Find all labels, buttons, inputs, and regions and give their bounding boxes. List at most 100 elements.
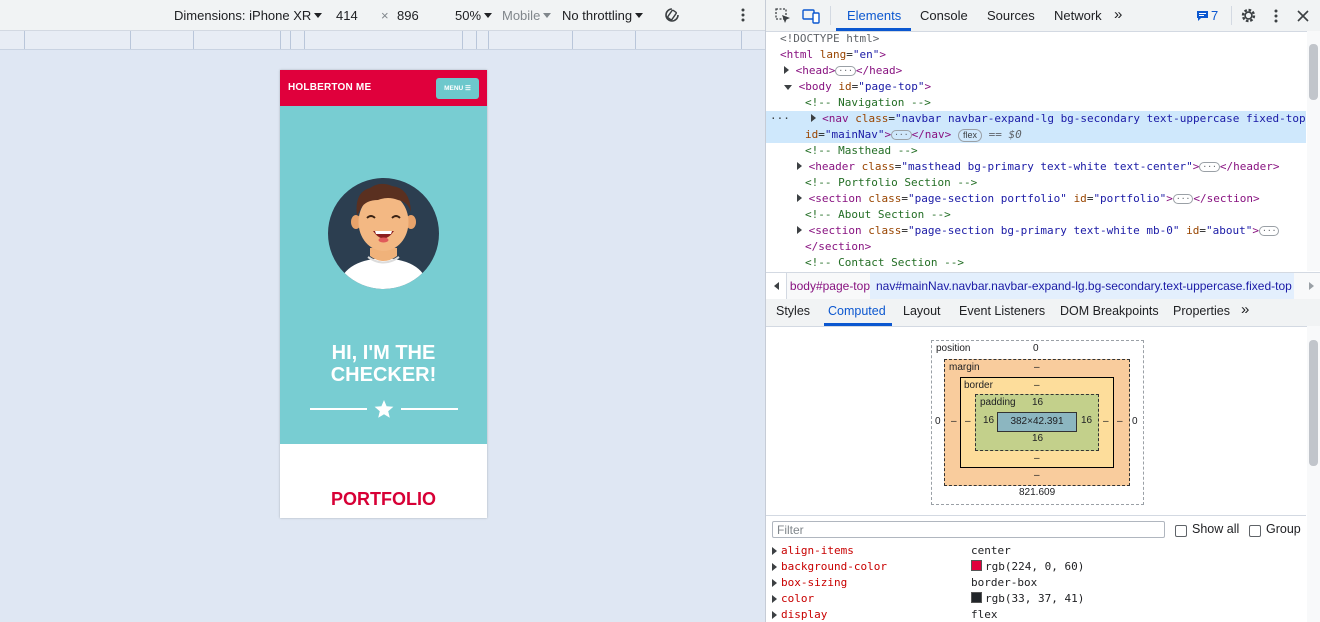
expand-arrow-icon[interactable]: [772, 579, 777, 587]
dom-line[interactable]: <head> ··· </head>: [784, 63, 902, 79]
brand-link[interactable]: HOLBERTON ME: [288, 82, 371, 93]
border-bottom[interactable]: –: [1034, 453, 1040, 464]
tab-layout[interactable]: Layout: [903, 304, 941, 318]
position-right[interactable]: 0: [1132, 416, 1138, 427]
device-dimensions-dropdown[interactable]: Dimensions: iPhone XR: [174, 8, 323, 23]
dom-line[interactable]: <!-- Navigation -->: [805, 95, 931, 111]
border-left[interactable]: –: [965, 416, 971, 427]
expand-arrow-icon[interactable]: [772, 547, 777, 555]
width-input[interactable]: 414: [336, 8, 358, 23]
padding-left[interactable]: 16: [983, 415, 994, 426]
box-model-content[interactable]: 382×42.391: [997, 412, 1077, 432]
expand-arrow-icon[interactable]: [784, 66, 789, 74]
dom-line[interactable]: <body id="page-top">: [784, 79, 931, 95]
padding-bottom[interactable]: 16: [1032, 433, 1043, 444]
breadcrumb-body[interactable]: body#page-top: [786, 273, 870, 299]
dom-line[interactable]: id="mainNav"> ··· </nav> flex == $0: [805, 127, 1022, 143]
border-label: border: [964, 380, 993, 391]
expand-arrow-icon[interactable]: [772, 611, 777, 619]
mobile-label: Mobile: [502, 8, 541, 23]
expand-arrow-icon[interactable]: [772, 595, 777, 603]
tab-event-listeners[interactable]: Event Listeners: [959, 304, 1045, 318]
property-name: color: [781, 592, 815, 605]
more-options-icon[interactable]: [740, 8, 746, 22]
mobile-dropdown[interactable]: Mobile: [502, 8, 552, 23]
expand-arrow-icon[interactable]: [797, 162, 802, 170]
breadcrumb-scroll-left[interactable]: [766, 273, 787, 299]
dom-line[interactable]: <!DOCTYPE html>: [780, 31, 879, 47]
throttling-label: No throttling: [562, 8, 633, 23]
border-top[interactable]: –: [1034, 380, 1040, 391]
device-toolbar-icon[interactable]: [802, 8, 820, 24]
dom-line[interactable]: <section class="page-section portfolio" …: [797, 191, 1260, 207]
more-subtabs-button[interactable]: »: [1241, 301, 1249, 318]
dom-line[interactable]: <header class="masthead bg-primary text-…: [797, 159, 1279, 175]
dom-line[interactable]: <!-- About Section -->: [805, 207, 951, 223]
tab-computed[interactable]: Computed: [828, 304, 886, 318]
throttling-dropdown[interactable]: No throttling: [562, 8, 644, 23]
group-checkbox[interactable]: [1249, 525, 1261, 537]
dom-line[interactable]: <!-- Contact Section -->: [805, 255, 964, 271]
close-icon[interactable]: [1297, 10, 1309, 22]
dom-line[interactable]: ··· <nav class="navbar navbar-expand-lg …: [770, 111, 1306, 127]
dom-line[interactable]: <!-- Masthead -->: [805, 143, 918, 159]
height-input[interactable]: 896: [397, 8, 419, 23]
computed-scrollbar-thumb[interactable]: [1309, 340, 1318, 466]
avatar-image: [328, 178, 439, 289]
zoom-dropdown[interactable]: 50%: [455, 8, 493, 23]
margin-bottom[interactable]: –: [1034, 470, 1040, 481]
box-model-padding[interactable]: padding 16 16 16 16 382×42.391: [975, 394, 1099, 451]
margin-top[interactable]: –: [1034, 362, 1040, 373]
color-swatch[interactable]: [971, 592, 982, 603]
box-model-border[interactable]: border – – – – padding 16 16 16 16 382×4…: [960, 377, 1114, 468]
tab-properties[interactable]: Properties: [1173, 304, 1230, 318]
times-separator: ×: [381, 8, 389, 23]
tab-dom-breakpoints[interactable]: DOM Breakpoints: [1060, 304, 1159, 318]
navbar: HOLBERTON ME MENU ☰: [280, 70, 487, 106]
tab-network[interactable]: Network: [1054, 8, 1102, 23]
menu-button[interactable]: MENU ☰: [436, 78, 479, 99]
color-swatch[interactable]: [971, 560, 982, 571]
tab-console[interactable]: Console: [920, 8, 968, 23]
tab-elements[interactable]: Elements: [847, 8, 901, 23]
dom-scrollbar-thumb[interactable]: [1309, 44, 1318, 100]
issues-count[interactable]: 7: [1211, 8, 1218, 23]
position-top[interactable]: 0: [1033, 343, 1039, 354]
padding-top[interactable]: 16: [1032, 397, 1043, 408]
expand-arrow-icon[interactable]: [797, 226, 802, 234]
filter-row: Filter Show all Group: [766, 515, 1306, 544]
expand-arrow-icon[interactable]: [810, 114, 816, 122]
devtools-toolbar: Elements Console Sources Network » 7: [766, 0, 1320, 32]
breadcrumb-nav[interactable]: nav#mainNav.navbar.navbar-expand-lg.bg-s…: [870, 273, 1294, 299]
expand-arrow-icon[interactable]: [797, 194, 802, 202]
tab-sources[interactable]: Sources: [987, 8, 1035, 23]
margin-right[interactable]: –: [1117, 416, 1123, 427]
property-value: flex: [971, 608, 998, 621]
dom-line[interactable]: <html lang="en">: [780, 47, 886, 63]
collapse-arrow-icon[interactable]: [784, 85, 792, 90]
breadcrumb-scroll-right[interactable]: [1301, 273, 1320, 299]
box-model-margin[interactable]: margin – – – – border – – – – padding 16…: [944, 359, 1130, 486]
position-left[interactable]: 0: [935, 416, 941, 427]
rotate-icon[interactable]: [663, 6, 681, 24]
show-all-label: Show all: [1192, 522, 1240, 536]
issues-icon[interactable]: [1196, 10, 1209, 22]
tab-styles[interactable]: Styles: [776, 304, 810, 318]
dom-line[interactable]: <!-- Portfolio Section -->: [805, 175, 977, 191]
customize-menu-icon[interactable]: [1273, 9, 1279, 23]
expand-arrow-icon[interactable]: [772, 563, 777, 571]
show-all-checkbox[interactable]: [1175, 525, 1187, 537]
elements-subtabs: Styles Computed Layout Event Listeners D…: [766, 299, 1320, 327]
margin-left[interactable]: –: [951, 416, 957, 427]
dom-line[interactable]: <section class="page-section bg-primary …: [797, 223, 1280, 239]
inspect-element-icon[interactable]: [775, 8, 791, 24]
flex-badge[interactable]: flex: [957, 129, 982, 142]
position-bottom[interactable]: 821.609: [1019, 487, 1055, 498]
dom-line[interactable]: </section>: [805, 239, 871, 255]
property-name: box-sizing: [781, 576, 848, 589]
settings-gear-icon[interactable]: [1240, 7, 1257, 24]
border-right[interactable]: –: [1103, 416, 1109, 427]
filter-input[interactable]: Filter: [772, 521, 1165, 538]
more-tabs-button[interactable]: »: [1114, 6, 1122, 23]
padding-right[interactable]: 16: [1081, 415, 1092, 426]
